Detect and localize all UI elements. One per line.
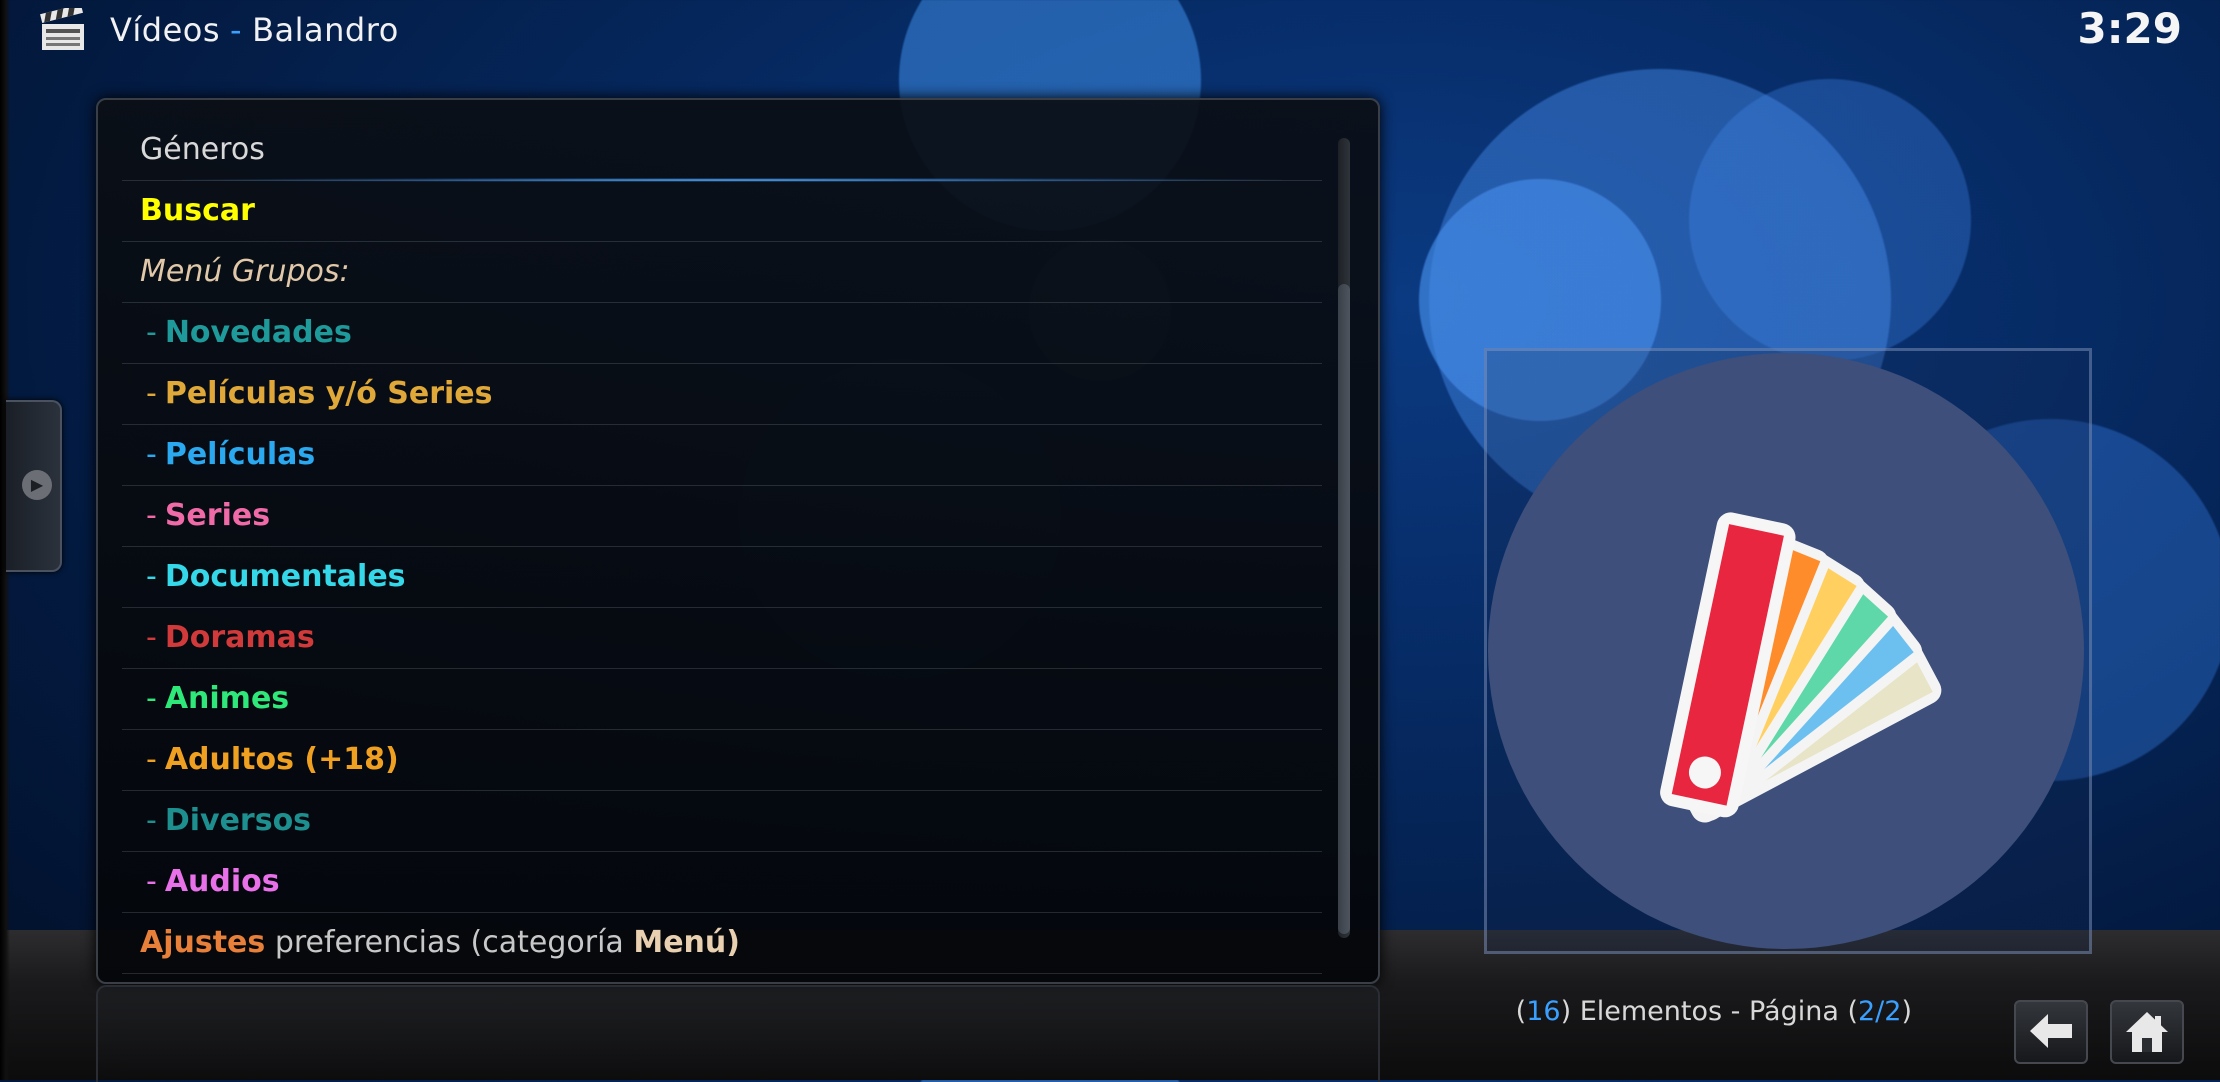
dash: - — [146, 864, 157, 899]
dash: - — [146, 437, 157, 472]
dash: - — [146, 620, 157, 655]
play-arrow-icon: ▶ — [22, 470, 52, 500]
footer-close-paren: ) — [1901, 996, 1912, 1027]
list-item-documentales[interactable]: - Documentales — [122, 547, 1322, 608]
list-item-generos[interactable]: Géneros — [122, 120, 1322, 182]
clapperboard-icon — [40, 8, 84, 50]
item-count: 16 — [1526, 996, 1561, 1027]
color-swatch-icon — [1488, 353, 2084, 949]
side-menu-tab[interactable]: ▶ — [6, 400, 62, 572]
dash: - — [146, 742, 157, 777]
list-item-label: Adultos (+18) — [164, 742, 399, 777]
list-item-label: Diversos — [164, 803, 312, 838]
thumbnail-frame — [1484, 348, 2092, 954]
list-item-label: Documentales — [164, 559, 406, 594]
list-item-buscar[interactable]: Buscar — [122, 181, 1322, 242]
list-item-peliculas-series[interactable]: - Películas y/ó Series — [122, 364, 1322, 425]
list-item-adultos[interactable]: - Adultos (+18) — [122, 730, 1322, 791]
list-item-series[interactable]: - Series — [122, 486, 1322, 547]
list-item-label: Novedades — [164, 315, 352, 350]
header-separator: - — [230, 11, 243, 49]
list-item-label: Audios — [164, 864, 280, 899]
home-icon — [2126, 1012, 2168, 1052]
panel-reflection — [96, 985, 1380, 1082]
settings-word-preferencias: preferencias (categoría — [274, 925, 624, 960]
footer-item-count: (16) Elementos - Página (2/2) — [1516, 996, 1912, 1027]
list-item-label: Menú Grupos: — [140, 254, 350, 289]
dash: - — [146, 376, 157, 411]
back-arrow-icon — [2030, 1014, 2072, 1048]
dash: - — [146, 681, 157, 716]
list-item-label: Series — [164, 498, 271, 533]
list-item-ajustes[interactable]: Ajustes preferencias (categoría Menú) — [122, 913, 1322, 974]
list-item-peliculas[interactable]: - Películas — [122, 425, 1322, 486]
list-item-menu-grupos[interactable]: Menú Grupos: — [122, 242, 1322, 303]
header-addon: Balandro — [252, 11, 399, 49]
settings-word-ajustes: Ajustes — [140, 925, 266, 960]
back-button[interactable] — [2014, 1000, 2088, 1064]
scrollbar-thumb[interactable] — [1338, 284, 1350, 934]
list-item-label: Animes — [164, 681, 290, 716]
clock: 3:29 — [2077, 4, 2182, 53]
settings-word-menu: Menú) — [633, 925, 740, 960]
list-panel: Géneros Buscar Menú Grupos: - Novedades -… — [96, 98, 1380, 984]
header-section: Vídeos — [110, 11, 221, 49]
dash: - — [146, 498, 157, 533]
dash: - — [146, 559, 157, 594]
list-item-novedades[interactable]: - Novedades — [122, 303, 1322, 364]
footer-open-paren: ( — [1515, 996, 1527, 1027]
list-item-label: Películas — [164, 437, 316, 472]
list-item-label: Géneros — [140, 132, 265, 167]
list-item-animes[interactable]: - Animes — [122, 669, 1322, 730]
page-indicator: 2/2 — [1858, 996, 1902, 1027]
footer-text: ) Elementos - Página ( — [1560, 996, 1858, 1027]
header-bar: Vídeos - Balandro — [38, 6, 399, 54]
dash: - — [146, 315, 157, 350]
dash: - — [146, 803, 157, 838]
list-item-diversos[interactable]: - Diversos — [122, 791, 1322, 852]
list-item-label: Doramas — [164, 620, 315, 655]
menu-list: Géneros Buscar Menú Grupos: - Novedades -… — [122, 120, 1322, 974]
list-item-label: Buscar — [140, 193, 255, 228]
list-item-label: Películas y/ó Series — [164, 376, 493, 411]
list-item-audios[interactable]: - Audios — [122, 852, 1322, 913]
home-button[interactable] — [2110, 1000, 2184, 1064]
scrollbar[interactable] — [1338, 138, 1350, 938]
list-item-doramas[interactable]: - Doramas — [122, 608, 1322, 669]
